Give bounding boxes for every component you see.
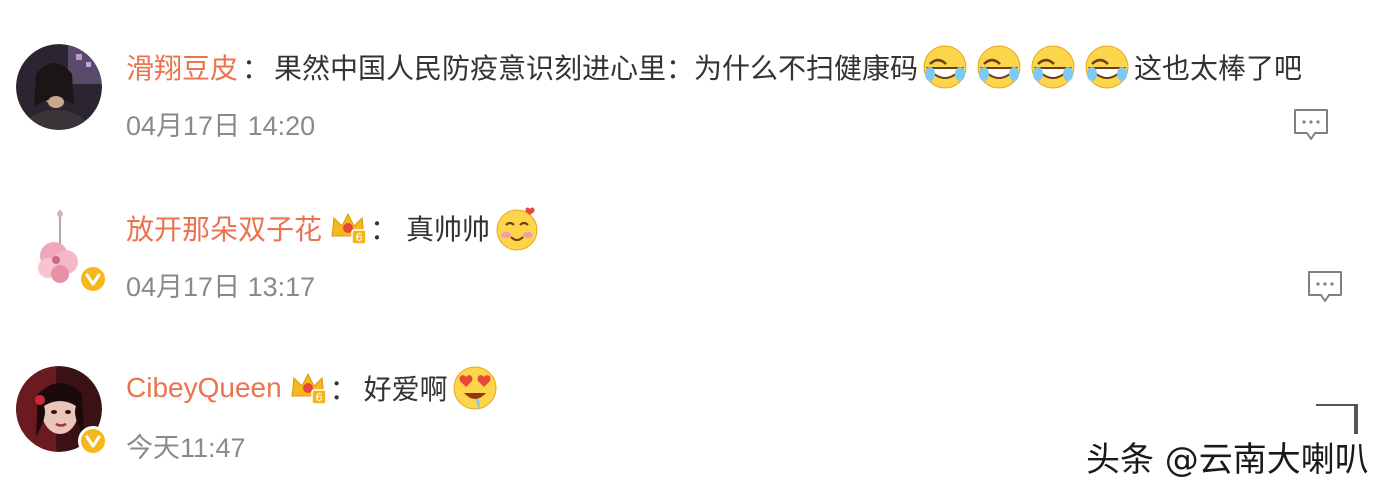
laugh-cry-emoji-icon	[923, 45, 967, 89]
crown-level: 6	[315, 391, 322, 404]
heart-eyes-drool-emoji-icon	[453, 366, 497, 410]
username[interactable]: CibeyQueen	[126, 372, 282, 404]
comment-body: 滑翔豆皮 ： 果然中国人民防疫意识刻进心里：为什么不扫健康码 这也太棒了吧	[126, 43, 1302, 91]
blush-love-emoji-icon	[496, 207, 538, 251]
partial-icon-edge-top	[1316, 404, 1356, 406]
crown-level: 6	[356, 231, 363, 244]
member-crown-icon: 6	[331, 212, 367, 245]
comment-text: 好爱啊	[363, 373, 448, 406]
separator: ：	[370, 213, 399, 246]
comment-text: 果然中国人民防疫意识刻进心里：为什么不扫健康码	[274, 52, 919, 85]
avatar-image	[16, 44, 102, 130]
comment-body: CibeyQueen 6 ： 好爱啊	[126, 364, 502, 412]
timestamp: 04月17日 13:17	[126, 272, 316, 302]
timestamp: 今天11:47	[126, 433, 246, 463]
laugh-cry-emoji-icon	[977, 45, 1021, 89]
comment-body: 放开那朵双子花 6 ： 真帅帅	[126, 204, 544, 252]
reply-comment-icon[interactable]	[1292, 106, 1330, 144]
member-crown-icon: 6	[291, 372, 327, 405]
comment-text-tail: 这也太棒了吧	[1134, 52, 1303, 85]
avatar[interactable]	[16, 366, 108, 456]
laugh-cry-emoji-icon	[1031, 45, 1075, 89]
source-watermark: 头条 @云南大喇叭	[1086, 440, 1369, 480]
avatar[interactable]	[16, 44, 102, 130]
partial-icon-edge	[1354, 404, 1358, 434]
username[interactable]: 放开那朵双子花	[126, 208, 322, 248]
separator: ：	[242, 52, 271, 85]
separator: ：	[329, 373, 358, 406]
laugh-cry-emoji-icon	[1085, 45, 1129, 89]
reply-comment-icon[interactable]	[1306, 268, 1344, 306]
avatar[interactable]	[16, 204, 108, 294]
comment-text: 真帅帅	[406, 213, 491, 246]
verified-badge-icon	[78, 264, 108, 294]
verified-badge-icon	[78, 426, 108, 456]
timestamp: 04月17日 14:20	[126, 111, 316, 141]
username[interactable]: 滑翔豆皮	[126, 47, 238, 87]
